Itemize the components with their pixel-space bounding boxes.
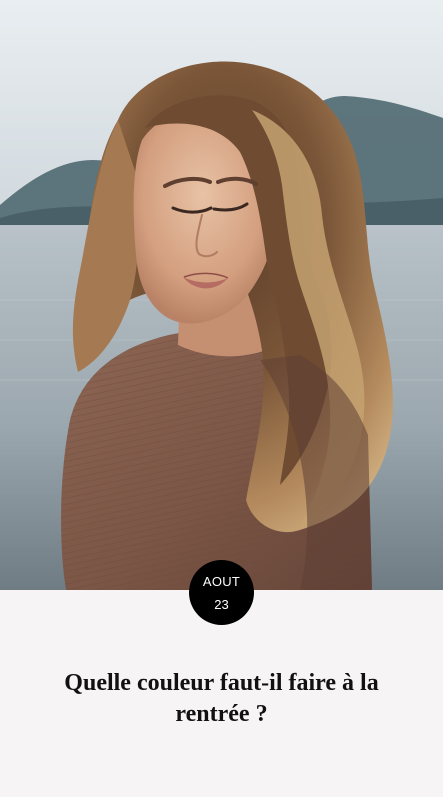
hero-photo: [0, 0, 443, 590]
date-day: 23: [214, 596, 229, 612]
date-badge: AOUT 23: [189, 560, 254, 625]
article-card[interactable]: AOUT 23 Quelle couleur faut-il faire à l…: [0, 0, 443, 797]
article-title[interactable]: Quelle couleur faut-il faire à la rentré…: [28, 668, 415, 730]
hero-image[interactable]: [0, 0, 443, 590]
date-month: AOUT: [202, 573, 241, 589]
